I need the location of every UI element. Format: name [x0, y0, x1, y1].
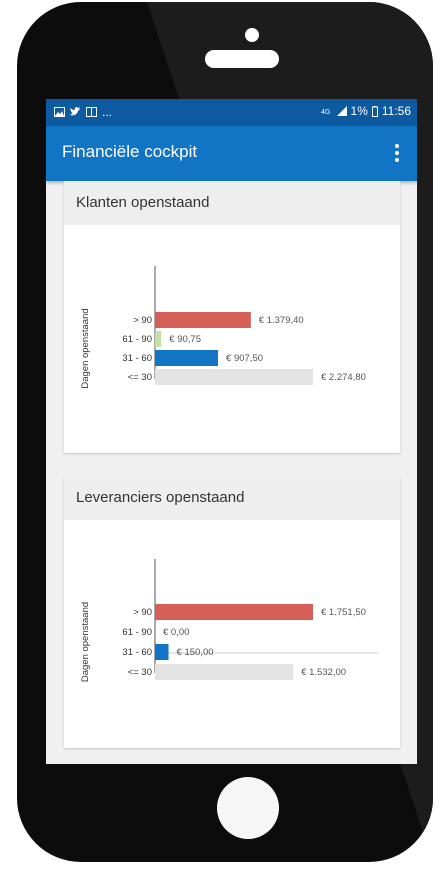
- bar: [155, 331, 162, 347]
- category-label: > 90: [133, 607, 152, 618]
- app-title: Financiële cockpit: [62, 142, 198, 161]
- category-label: 61 - 90: [122, 334, 152, 345]
- bar: [155, 312, 251, 328]
- y-axis-label: Dagen openstaand: [80, 602, 91, 682]
- twitter-icon: [70, 107, 80, 116]
- camera-icon: [245, 28, 259, 42]
- category-label: 31 - 60: [122, 353, 152, 364]
- value-label: € 0,00: [163, 627, 189, 638]
- value-label: € 907,50: [226, 353, 263, 364]
- status-system: 4G 1% 11:56: [321, 104, 411, 118]
- value-label: € 1.379,40: [259, 315, 304, 326]
- svg-text:4G: 4G: [321, 109, 330, 116]
- value-label: € 150,00: [177, 647, 214, 658]
- card-title: Klanten openstaand: [64, 181, 400, 225]
- bar: [155, 369, 313, 385]
- bar: [155, 604, 313, 620]
- category-label: > 90: [133, 315, 152, 326]
- lte-icon: 4G: [321, 109, 330, 116]
- battery-percent: 1%: [350, 104, 368, 118]
- signal-icon: [336, 106, 347, 116]
- chart-klanten: Dagen openstaand > 90 € 1.379,40 61 - 90 € 9…: [80, 266, 366, 389]
- phone-screen: ... 4G 1% 11:56 Financiële cockpit Klant…: [46, 99, 417, 764]
- status-bar: ... 4G 1% 11:56: [46, 99, 417, 126]
- bar: [155, 350, 219, 366]
- bar: [155, 664, 294, 680]
- more-notifications: ...: [102, 105, 113, 119]
- home-button[interactable]: [217, 777, 279, 839]
- chart-leveranciers: Dagen openstaand > 90 € 1.751,50 61 - 90 € 0…: [80, 559, 378, 682]
- value-label: € 2.274,80: [321, 372, 366, 383]
- app-bar: Financiële cockpit: [46, 126, 417, 181]
- window-icon: [86, 107, 97, 117]
- image-icon: [54, 107, 65, 117]
- category-label: <= 30: [128, 667, 152, 678]
- bar: [155, 644, 169, 660]
- card-leveranciers: Leveranciers openstaand Dagen openstaand…: [64, 476, 400, 748]
- overflow-menu-icon[interactable]: [387, 140, 407, 166]
- value-label: € 90,75: [169, 334, 201, 345]
- category-label: 61 - 90: [122, 627, 152, 638]
- status-notifications: ...: [54, 105, 112, 119]
- speaker-icon: [205, 50, 279, 68]
- category-label: <= 30: [128, 372, 152, 383]
- value-label: € 1.532,00: [301, 667, 346, 678]
- y-axis-label: Dagen openstaand: [80, 308, 91, 388]
- battery-icon: [371, 105, 378, 117]
- card-title: Leveranciers openstaand: [64, 476, 400, 520]
- clock: 11:56: [381, 104, 411, 118]
- card-klanten: Klanten openstaand Dagen openstaand > 90 €…: [64, 181, 400, 453]
- value-label: € 1.751,50: [321, 607, 366, 618]
- category-label: 31 - 60: [122, 647, 152, 658]
